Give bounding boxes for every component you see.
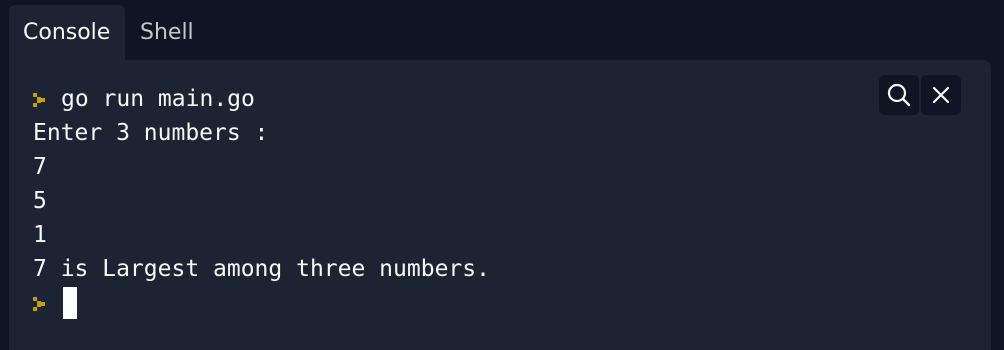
tab-console[interactable]: Console	[9, 5, 125, 61]
output-line: 5	[33, 188, 47, 214]
console-panel: go run main.go Enter 3 numbers : 7 5 1 7…	[9, 60, 991, 350]
input-line[interactable]	[33, 286, 490, 320]
command-line: go run main.go	[33, 82, 490, 116]
text-cursor	[63, 287, 77, 319]
close-icon	[932, 86, 950, 104]
tab-shell[interactable]: Shell	[126, 5, 208, 61]
output-line: 7 is Largest among three numbers.	[33, 256, 490, 282]
output-line: 1	[33, 222, 47, 248]
output-line: 7	[33, 154, 47, 180]
command-text: go run main.go	[61, 86, 255, 112]
output-line: Enter 3 numbers :	[33, 120, 269, 146]
search-button[interactable]	[879, 75, 919, 115]
tab-bar: Console Shell	[0, 0, 1004, 61]
search-icon	[887, 83, 911, 107]
prompt-icon	[33, 297, 45, 311]
clear-button[interactable]	[921, 75, 961, 115]
console-output[interactable]: go run main.go Enter 3 numbers : 7 5 1 7…	[33, 82, 490, 320]
prompt-icon	[33, 93, 45, 107]
